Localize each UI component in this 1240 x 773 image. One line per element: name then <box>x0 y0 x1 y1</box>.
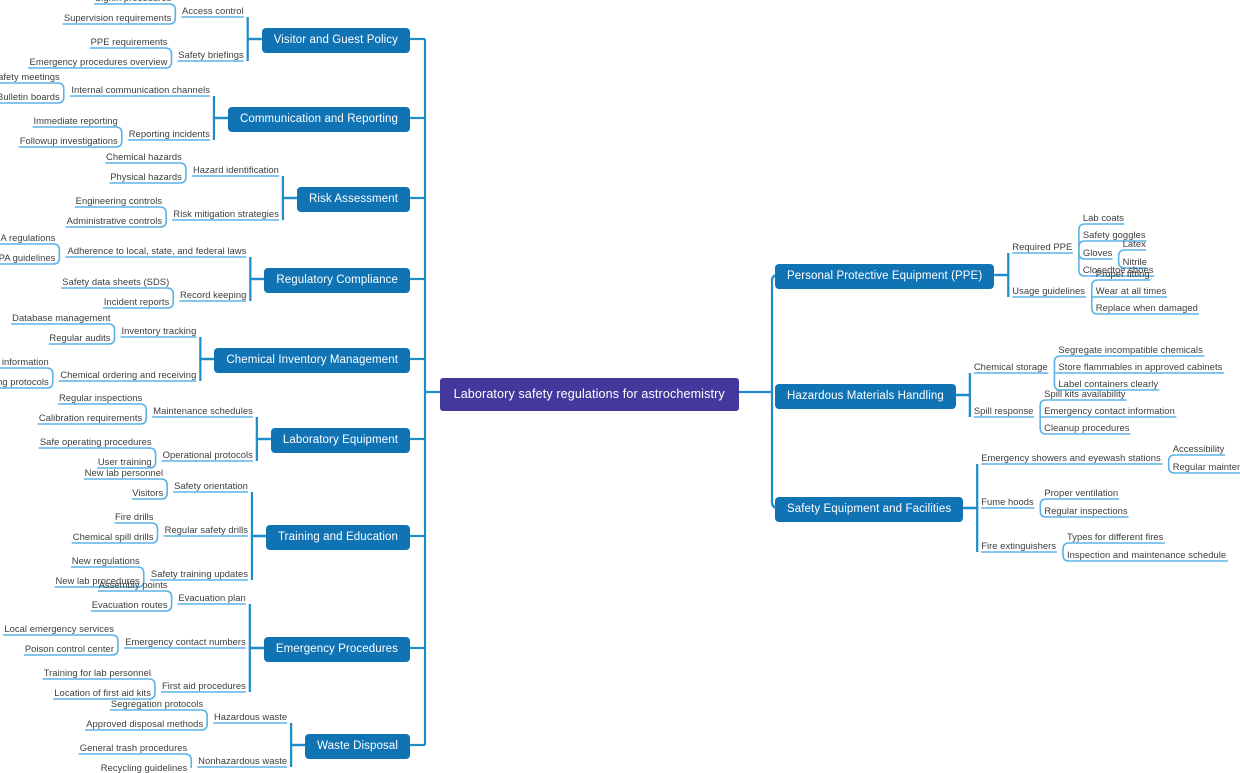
leaf-label: Supervision requirements <box>63 12 172 23</box>
root-node[interactable]: Laboratory safety regulations for astroc… <box>439 378 739 411</box>
sub-branch-label: Hazard identification <box>192 164 279 175</box>
leaf-label: Fire drills <box>114 511 154 522</box>
leaf-label: User training <box>97 456 152 467</box>
leaf-label: Physical hazards <box>110 171 182 182</box>
leaf-label: Location of first aid kits <box>54 687 151 698</box>
leaf-label: Spill kits availability <box>1044 388 1126 399</box>
leaf-label: Supplier information <box>0 356 49 367</box>
branch-node-left-0[interactable]: Visitor and Guest Policy <box>261 28 410 53</box>
leaf-label: Safety meetings <box>0 71 60 82</box>
sub-branch-label: Safety training updates <box>150 568 248 579</box>
branch-node-left-6[interactable]: Training and Education <box>265 525 410 550</box>
leaf-label: Administrative controls <box>66 215 163 226</box>
leaf-label: Wear at all times <box>1095 285 1167 296</box>
leaf-label: Training for lab personnel <box>43 667 151 678</box>
sub-branch-label: Safety orientation <box>174 480 248 491</box>
leaf-label: EPA guidelines <box>0 252 56 263</box>
sub-branch-label: Operational protocols <box>162 449 253 460</box>
branch-node-right-1[interactable]: Hazardous Materials Handling <box>775 384 956 409</box>
sub-branch-label: Reporting incidents <box>128 128 210 139</box>
branch-node-left-1[interactable]: Communication and Reporting <box>227 107 410 132</box>
sub-branch-label: Maintenance schedules <box>153 405 253 416</box>
leaf-label: Emergency procedures overview <box>29 56 168 67</box>
sub-branch-label: Record keeping <box>179 289 247 300</box>
leaf-label: OSHA regulations <box>0 232 56 243</box>
branch-node-left-7[interactable]: Emergency Procedures <box>263 637 410 662</box>
sub-branch-label: Nonhazardous waste <box>198 755 288 766</box>
leaf-label: New lab personnel <box>84 467 164 478</box>
sub-branch-label: Required PPE <box>1012 241 1073 252</box>
leaf-label: General trash procedures <box>79 742 188 753</box>
sub-branch-label: Emergency contact numbers <box>125 636 246 647</box>
leaf-label: Followup investigations <box>19 135 118 146</box>
leaf-label: Receiving protocols <box>0 376 49 387</box>
leaf-label: Signin procedures <box>94 0 171 3</box>
leaf-label: Segregation protocols <box>110 698 204 709</box>
leaf-label: Poison control center <box>24 643 114 654</box>
sub-branch-label: Chemical ordering and receiving <box>60 369 197 380</box>
sub-branch-label: Regular safety drills <box>164 524 248 535</box>
branch-node-left-3[interactable]: Regulatory Compliance <box>264 268 410 293</box>
leaf-label: Regular inspections <box>58 392 143 403</box>
leaf-label: Assembly points <box>98 579 168 590</box>
sub-branch-label: Adherence to local, state, and federal l… <box>67 245 247 256</box>
sub-branch-label: Risk mitigation strategies <box>173 208 279 219</box>
sub-branch-label: Fire extinguishers <box>981 540 1057 551</box>
leaf-label: Segregate incompatible chemicals <box>1058 344 1203 355</box>
grandchild-label: Latex <box>1122 238 1146 249</box>
leaf-label: Lab coats <box>1082 212 1124 223</box>
sub-branch-label: Hazardous waste <box>213 711 288 722</box>
sub-branch-label: Access control <box>182 5 244 16</box>
leaf-label: Emergency contact information <box>1044 405 1175 416</box>
leaf-label: PPE requirements <box>90 36 168 47</box>
leaf-label: Proper ventilation <box>1044 487 1119 498</box>
leaf-label: Regular maintenance checks <box>1172 461 1240 472</box>
leaf-label: Regular inspections <box>1044 505 1128 516</box>
sub-branch-label: First aid procedures <box>161 680 246 691</box>
leaf-label: Replace when damaged <box>1095 302 1198 313</box>
leaf-label: Calibration requirements <box>38 412 143 423</box>
leaf-label: Chemical spill drills <box>72 531 154 542</box>
sub-branch-label: Fume hoods <box>981 496 1034 507</box>
sub-branch-label: Inventory tracking <box>121 325 197 336</box>
leaf-label: Proper fitting <box>1095 268 1150 279</box>
leaf-label: Safe operating procedures <box>39 436 152 447</box>
branch-node-right-2[interactable]: Safety Equipment and Facilities <box>775 497 964 522</box>
leaf-label: Bulletin boards <box>0 91 60 102</box>
leaf-label: Regular audits <box>49 332 111 343</box>
leaf-label: Accessibility <box>1172 443 1225 454</box>
leaf-label: Chemical hazards <box>106 151 182 162</box>
branch-node-right-0[interactable]: Personal Protective Equipment (PPE) <box>775 264 995 289</box>
sub-branch-label: Internal communication channels <box>71 84 210 95</box>
leaf-label: Gloves <box>1082 247 1113 258</box>
leaf-label: Approved disposal methods <box>86 718 204 729</box>
branch-node-left-2[interactable]: Risk Assessment <box>296 187 410 212</box>
sub-branch-label: Evacuation plan <box>178 592 246 603</box>
leaf-label: Immediate reporting <box>33 115 118 126</box>
leaf-label: Database management <box>12 312 111 323</box>
leaf-label: Visitors <box>132 487 164 498</box>
sub-branch-label: Spill response <box>973 405 1034 416</box>
leaf-label: Engineering controls <box>75 195 163 206</box>
sub-branch-label: Usage guidelines <box>1012 285 1085 296</box>
sub-branch-label: Chemical storage <box>973 361 1048 372</box>
branch-node-left-8[interactable]: Waste Disposal <box>305 734 410 759</box>
leaf-label: Evacuation routes <box>91 599 168 610</box>
leaf-label: New regulations <box>71 555 140 566</box>
leaf-label: Cleanup procedures <box>1044 422 1130 433</box>
sub-branch-label: Emergency showers and eyewash stations <box>981 452 1161 463</box>
sub-branch-label: Safety briefings <box>178 49 244 60</box>
branch-node-left-5[interactable]: Laboratory Equipment <box>270 428 410 453</box>
leaf-label: Inspection and maintenance schedule <box>1066 549 1227 560</box>
branch-node-left-4[interactable]: Chemical Inventory Management <box>214 348 410 373</box>
leaf-label: Types for different fires <box>1066 531 1164 542</box>
leaf-label: Local emergency services <box>4 623 114 634</box>
leaf-label: Store flammables in approved cabinets <box>1058 361 1223 372</box>
leaf-label: Safety data sheets (SDS) <box>62 276 170 287</box>
leaf-label: Incident reports <box>103 296 170 307</box>
mind-map-canvas: Laboratory safety regulations for astroc… <box>0 0 1240 773</box>
